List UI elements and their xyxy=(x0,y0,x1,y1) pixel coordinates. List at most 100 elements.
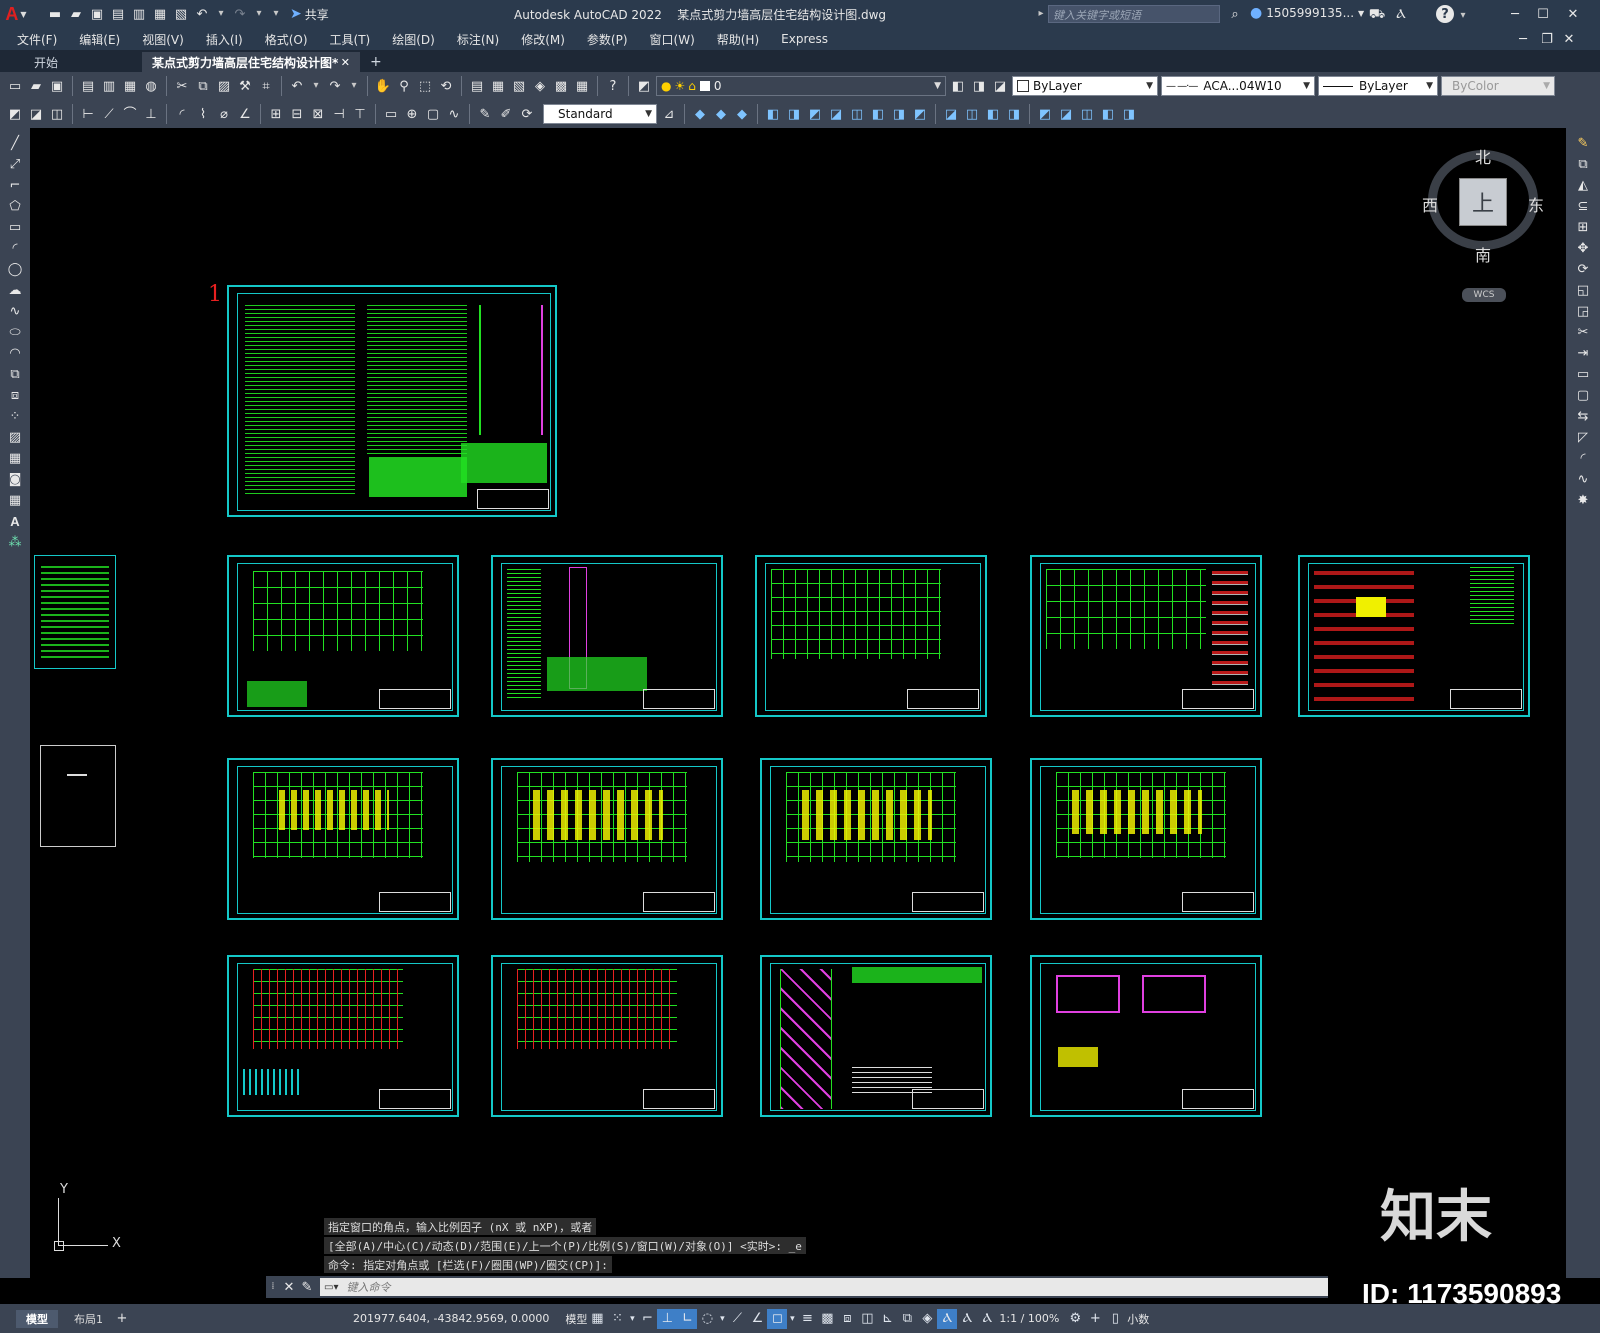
3d-scale-icon[interactable]: ◧ xyxy=(1099,105,1117,123)
ellipse-icon[interactable]: ⬭ xyxy=(6,323,24,341)
menu-edit[interactable]: 编辑(E) xyxy=(68,31,131,48)
section-plane-icon[interactable]: ◫ xyxy=(963,105,981,123)
menu-help[interactable]: 帮助(H) xyxy=(706,31,770,48)
zoom-realtime-icon[interactable]: ⚲ xyxy=(395,77,413,95)
tool-palettes-icon[interactable]: ▧ xyxy=(510,77,528,95)
region-icon[interactable]: ◙ xyxy=(6,470,24,488)
drawing-canvas[interactable]: 1 上 北 南 东 西 WCS Y X 知末 xyxy=(30,128,1566,1278)
drawing-sheet-notes[interactable] xyxy=(227,285,557,517)
baseline-dimension-icon[interactable]: ⊟ xyxy=(288,105,306,123)
erase-icon[interactable]: ✎ xyxy=(1574,134,1592,152)
ortho-icon[interactable]: ∟ xyxy=(677,1308,698,1329)
snap-dropdown-icon[interactable]: ▾ xyxy=(627,1309,637,1329)
new-tab-button[interactable]: + xyxy=(360,52,392,72)
3d-array-icon[interactable]: ◨ xyxy=(1120,105,1138,123)
tab-close-icon[interactable]: ✕ xyxy=(341,56,350,69)
gradient-icon[interactable]: ▦ xyxy=(6,449,24,467)
inspection-icon[interactable]: ▢ xyxy=(424,105,442,123)
polar-dropdown-icon[interactable]: ▾ xyxy=(717,1309,727,1329)
diameter-dimension-icon[interactable]: ⌀ xyxy=(215,105,233,123)
viewcube-south[interactable]: 南 xyxy=(1475,242,1491,266)
extrude-icon[interactable]: ◧ xyxy=(764,105,782,123)
viewcube-west[interactable]: 西 xyxy=(1422,192,1438,216)
loft-icon[interactable]: ◫ xyxy=(848,105,866,123)
break-icon[interactable]: ▢ xyxy=(1574,386,1592,404)
command-input[interactable]: ▭▾ 键入命令 xyxy=(320,1278,1328,1296)
aligned-dimension-icon[interactable]: ⟋ xyxy=(100,105,118,123)
polygon-icon[interactable]: ⬠ xyxy=(6,197,24,215)
blend-curves-icon[interactable]: ∿ xyxy=(1574,470,1592,488)
menu-dimension[interactable]: 标注(N) xyxy=(446,31,510,48)
move-icon[interactable]: ✥ xyxy=(1574,239,1592,257)
wcs-menu-button[interactable]: WCS xyxy=(1462,288,1506,302)
color-dropdown[interactable]: ByLayer ▼ xyxy=(1012,76,1158,96)
share-button[interactable]: ➤ 共享 xyxy=(290,6,329,23)
table-icon[interactable]: ▦ xyxy=(6,491,24,509)
publish-icon[interactable]: ▦ xyxy=(121,77,139,95)
menu-parametric[interactable]: 参数(P) xyxy=(576,31,639,48)
linear-dimension-icon[interactable]: ⊢ xyxy=(79,105,97,123)
drawing-sheet-column-details[interactable] xyxy=(1298,555,1530,717)
presspull-icon[interactable]: ◨ xyxy=(785,105,803,123)
isodraft-icon[interactable]: ⟋ xyxy=(727,1309,747,1329)
match-properties-icon[interactable]: ⚒ xyxy=(236,77,254,95)
menu-modify[interactable]: 修改(M) xyxy=(510,31,576,48)
drawing-sheet-floor-plan-2[interactable] xyxy=(491,758,723,920)
explode-icon[interactable]: ✸ xyxy=(1574,491,1592,509)
polar-tracking-icon[interactable]: ◌ xyxy=(697,1309,717,1329)
search-field[interactable]: 键入关键字或短语 xyxy=(1048,5,1220,23)
drawing-sheet-beam-plan-1[interactable] xyxy=(227,955,459,1117)
subtract-icon[interactable]: ◨ xyxy=(890,105,908,123)
arc-icon[interactable]: ◜ xyxy=(6,239,24,257)
annotation-monitor-icon[interactable]: + xyxy=(1085,1309,1105,1329)
rectangle-icon[interactable]: ▭ xyxy=(6,218,24,236)
add-layout-icon[interactable]: + xyxy=(113,1310,131,1328)
stretch-icon[interactable]: ◲ xyxy=(1574,302,1592,320)
command-customize-icon[interactable]: ✎ xyxy=(298,1278,316,1296)
selection-cycling-icon[interactable]: ⧈ xyxy=(837,1309,857,1329)
tolerance-icon[interactable]: ▭ xyxy=(382,105,400,123)
redo-dropdown-icon[interactable]: ▾ xyxy=(252,5,266,23)
command-grip-icon[interactable]: ⁞ xyxy=(266,1278,280,1296)
flatshot-icon[interactable]: ◧ xyxy=(984,105,1002,123)
gizmo-icon[interactable]: ◈ xyxy=(917,1309,937,1329)
drawing-sheet-floor-plan-4[interactable] xyxy=(1030,758,1262,920)
construction-line-icon[interactable]: ⤢ xyxy=(6,155,24,173)
hatch-icon[interactable]: ▨ xyxy=(6,428,24,446)
object-snap-tracking-icon[interactable]: ∠ xyxy=(747,1309,767,1329)
spline-icon[interactable]: ∿ xyxy=(6,302,24,320)
window-minimize-icon[interactable]: ─ xyxy=(1506,5,1524,23)
layer-properties-icon[interactable]: ◩ xyxy=(635,77,653,95)
help-icon[interactable]: ? xyxy=(1436,5,1454,23)
properties-icon[interactable]: ▤ xyxy=(468,77,486,95)
trim-icon[interactable]: ✂ xyxy=(1574,323,1592,341)
point-icon[interactable]: ⁘ xyxy=(6,407,24,425)
union-icon[interactable]: ◧ xyxy=(869,105,887,123)
dimension-style-icon[interactable]: ⊿ xyxy=(660,105,678,123)
model-space-button[interactable]: 模型 xyxy=(565,1311,587,1327)
new-file-icon[interactable]: ▬ xyxy=(46,5,64,23)
revision-cloud-icon[interactable]: ☁ xyxy=(6,281,24,299)
selection-filter-icon[interactable]: ⧉ xyxy=(897,1309,917,1329)
dimension-space-icon[interactable]: ⊣ xyxy=(330,105,348,123)
dimension-text-edit-icon[interactable]: ✐ xyxy=(497,105,515,123)
quick-dimension-icon[interactable]: ⊞ xyxy=(267,105,285,123)
cart-icon[interactable]: ⛟ xyxy=(1368,5,1386,23)
polyline-icon[interactable]: ⌐ xyxy=(6,176,24,194)
mirror-icon[interactable]: ◭ xyxy=(1574,176,1592,194)
menu-express[interactable]: Express xyxy=(770,32,839,46)
arc-length-icon[interactable]: ⌒ xyxy=(121,105,139,123)
viewcube[interactable]: 上 北 南 东 西 WCS xyxy=(1422,142,1544,302)
save-icon[interactable]: ▣ xyxy=(48,77,66,95)
jogged-dimension-icon[interactable]: ⌇ xyxy=(194,105,212,123)
save-as-icon[interactable]: ▤ xyxy=(109,5,127,23)
3d-move-icon[interactable]: ◩ xyxy=(1036,105,1054,123)
chamfer-icon[interactable]: ◸ xyxy=(1574,428,1592,446)
plot-icon[interactable]: ▧ xyxy=(172,5,190,23)
customize-qat-icon[interactable]: ▾ xyxy=(269,5,283,23)
sweep-icon[interactable]: ◩ xyxy=(806,105,824,123)
radius-dimension-icon[interactable]: ◜ xyxy=(173,105,191,123)
viewcube-east[interactable]: 东 xyxy=(1528,192,1544,216)
auto-scale-icon[interactable]: Ⲁ xyxy=(957,1309,977,1329)
object-snap-dropdown-icon[interactable]: ▾ xyxy=(787,1309,797,1329)
